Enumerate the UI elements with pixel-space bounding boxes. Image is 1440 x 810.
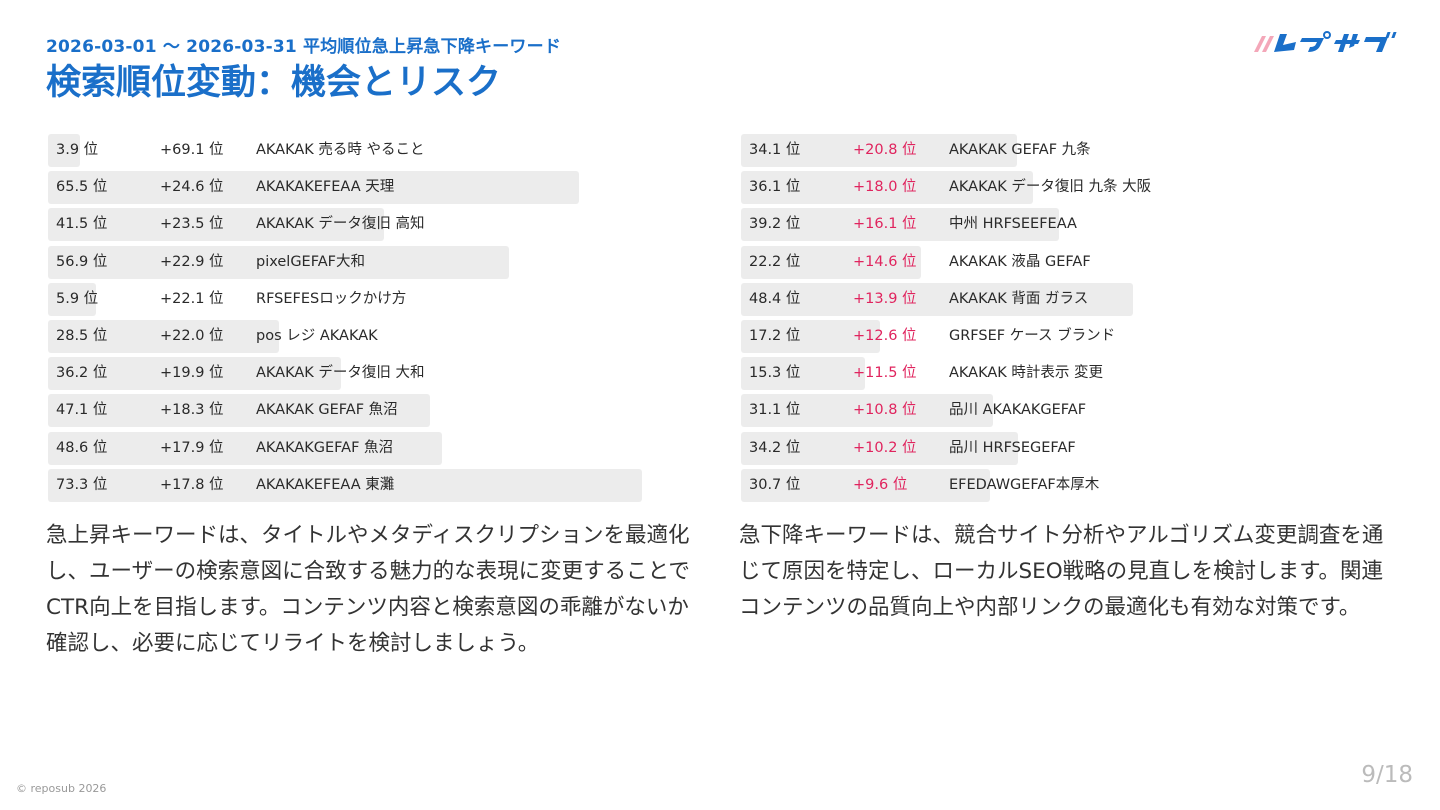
rising-row: 73.3 位 +17.8 位 AKAKAKEFEAA 東灘 xyxy=(48,468,708,502)
falling-keyword-label: AKAKAK 時計表示 変更 xyxy=(949,365,1103,382)
rising-row: 65.5 位 +24.6 位 AKAKAKEFEAA 天理 xyxy=(48,171,708,205)
falling-keyword-label: AKAKAK 背面 ガラス xyxy=(949,290,1089,307)
rising-rank-label: 3.9 位 xyxy=(56,142,99,158)
falling-keyword-label: 中州 HRFSEEFEAA xyxy=(949,216,1077,233)
rising-row: 56.9 位 +22.9 位 pixelGEFAF大和 xyxy=(48,245,708,279)
falling-keyword-label: 品川 AKAKAKGEFAF xyxy=(949,402,1087,419)
rising-rank-label: 65.5 位 xyxy=(56,179,108,196)
rising-keyword-label: AKAKAK 売る時 やること xyxy=(256,142,425,158)
page-number: 9/18 xyxy=(1361,762,1413,788)
rising-delta-label: +19.9 位 xyxy=(160,365,224,382)
falling-delta-label: +9.6 位 xyxy=(853,476,908,493)
rising-keyword-label: AKAKAK データ復旧 大和 xyxy=(256,365,425,382)
falling-keyword-label: 品川 HRFSEGEFAF xyxy=(949,439,1076,456)
falling-row: 36.1 位 +18.0 位 AKAKAK データ復旧 九条 大阪 xyxy=(741,171,1401,205)
falling-row: 39.2 位 +16.1 位 中州 HRFSEEFEAA xyxy=(741,208,1401,242)
rising-rank-label: 28.5 位 xyxy=(56,327,108,344)
falling-delta-label: +10.2 位 xyxy=(853,439,917,456)
slide-header: 2026-03-01 〜 2026-03-31 平均順位急上昇急下降キーワード … xyxy=(46,36,561,106)
falling-keyword-label: AKAKAK 液晶 GEFAF xyxy=(949,253,1091,270)
falling-rank-label: 22.2 位 xyxy=(749,253,801,270)
falling-rank-label: 15.3 位 xyxy=(749,365,801,382)
rising-row: 3.9 位 +69.1 位 AKAKAK 売る時 やること xyxy=(48,134,708,167)
rising-row: 36.2 位 +19.9 位 AKAKAK データ復旧 大和 xyxy=(48,357,708,391)
falling-description: 急下降キーワードは、競合サイト分析やアルゴリズム変更調査を通じて原因を特定し、ロ… xyxy=(739,523,1384,620)
rising-rank-label: 36.2 位 xyxy=(56,365,108,382)
rising-rank-label: 48.6 位 xyxy=(56,439,108,456)
falling-keywords-list: 34.1 位 +20.8 位 AKAKAK GEFAF 九条 36.1 位 +18.0 … xyxy=(741,134,1401,506)
slide-title: 検索順位変動：機会とリスク xyxy=(46,63,502,103)
falling-rank-label: 48.4 位 xyxy=(749,290,801,307)
falling-delta-label: +13.9 位 xyxy=(853,290,917,307)
falling-delta-label: +12.6 位 xyxy=(853,327,917,344)
rising-delta-label: +69.1 位 xyxy=(160,142,224,158)
rising-delta-label: +18.3 位 xyxy=(160,402,224,419)
falling-row: 30.7 位 +9.6 位 EFEDAWGEFAF本厚木 xyxy=(741,468,1401,502)
rising-delta-label: +23.5 位 xyxy=(160,216,224,233)
rising-row: 48.6 位 +17.9 位 AKAKAKGEFAF 魚沼 xyxy=(48,431,708,465)
reposub-logo xyxy=(1254,31,1397,52)
rising-delta-label: +17.9 位 xyxy=(160,439,224,456)
rising-row: 28.5 位 +22.0 位 pos レジ AKAKAK xyxy=(48,319,708,353)
rising-delta-label: +22.1 位 xyxy=(160,290,224,307)
falling-rank-label: 17.2 位 xyxy=(749,327,801,344)
rising-keyword-label: AKAKAKGEFAF 魚沼 xyxy=(256,439,394,456)
rising-rank-label: 56.9 位 xyxy=(56,253,108,270)
rising-delta-label: +22.0 位 xyxy=(160,327,224,344)
falling-rank-label: 36.1 位 xyxy=(749,179,801,196)
rising-keyword-label: pixelGEFAF大和 xyxy=(256,253,365,270)
rising-rank-label: 73.3 位 xyxy=(56,476,108,493)
falling-keyword-label: EFEDAWGEFAF本厚木 xyxy=(949,476,1100,493)
rising-description: 急上昇キーワードは、タイトルやメタディスクリプションを最適化し、ユーザーの検索意… xyxy=(46,523,690,656)
falling-delta-label: +14.6 位 xyxy=(853,253,917,270)
falling-row: 31.1 位 +10.8 位 品川 AKAKAKGEFAF xyxy=(741,394,1401,428)
falling-rank-label: 39.2 位 xyxy=(749,216,801,233)
falling-keyword-label: AKAKAK GEFAF 九条 xyxy=(949,142,1091,158)
rising-keyword-label: RFSEFESロックかけ方 xyxy=(256,290,407,307)
copyright: © reposub 2026 xyxy=(16,782,107,795)
rising-keyword-label: pos レジ AKAKAK xyxy=(256,327,378,344)
falling-row: 15.3 位 +11.5 位 AKAKAK 時計表示 変更 xyxy=(741,357,1401,391)
falling-rank-label: 34.1 位 xyxy=(749,142,801,158)
rising-rank-label: 5.9 位 xyxy=(56,290,99,307)
falling-delta-label: +20.8 位 xyxy=(853,142,917,158)
rising-row: 41.5 位 +23.5 位 AKAKAK データ復旧 高知 xyxy=(48,208,708,242)
falling-delta-label: +18.0 位 xyxy=(853,179,917,196)
rising-row: 47.1 位 +18.3 位 AKAKAK GEFAF 魚沼 xyxy=(48,394,708,428)
rising-keywords-list: 3.9 位 +69.1 位 AKAKAK 売る時 やること 65.5 位 +24.6 位… xyxy=(48,134,708,506)
rising-delta-label: +24.6 位 xyxy=(160,179,224,196)
rising-rank-label: 47.1 位 xyxy=(56,402,108,419)
rising-delta-label: +22.9 位 xyxy=(160,253,224,270)
rising-keyword-label: AKAKAK データ復旧 高知 xyxy=(256,216,425,233)
falling-row: 48.4 位 +13.9 位 AKAKAK 背面 ガラス xyxy=(741,282,1401,316)
falling-keyword-label: GRFSEF ケース ブランド xyxy=(949,327,1116,344)
rising-delta-label: +17.8 位 xyxy=(160,476,224,493)
falling-rank-label: 31.1 位 xyxy=(749,402,801,419)
falling-delta-label: +10.8 位 xyxy=(853,402,917,419)
rising-keyword-label: AKAKAKEFEAA 天理 xyxy=(256,179,395,196)
falling-delta-label: +16.1 位 xyxy=(853,216,917,233)
falling-row: 22.2 位 +14.6 位 AKAKAK 液晶 GEFAF xyxy=(741,245,1401,279)
slide-subtitle: 2026-03-01 〜 2026-03-31 平均順位急上昇急下降キーワード xyxy=(46,37,562,57)
falling-rank-label: 34.2 位 xyxy=(749,439,801,456)
falling-row: 17.2 位 +12.6 位 GRFSEF ケース ブランド xyxy=(741,319,1401,353)
rising-keyword-label: AKAKAK GEFAF 魚沼 xyxy=(256,402,398,419)
rising-rank-label: 41.5 位 xyxy=(56,216,108,233)
falling-delta-label: +11.5 位 xyxy=(853,365,917,382)
falling-rank-label: 30.7 位 xyxy=(749,476,801,493)
rising-row: 5.9 位 +22.1 位 RFSEFESロックかけ方 xyxy=(48,282,708,316)
falling-row: 34.1 位 +20.8 位 AKAKAK GEFAF 九条 xyxy=(741,134,1401,167)
falling-keyword-label: AKAKAK データ復旧 九条 大阪 xyxy=(949,179,1152,196)
falling-row: 34.2 位 +10.2 位 品川 HRFSEGEFAF xyxy=(741,431,1401,465)
rising-keyword-label: AKAKAKEFEAA 東灘 xyxy=(256,476,395,493)
